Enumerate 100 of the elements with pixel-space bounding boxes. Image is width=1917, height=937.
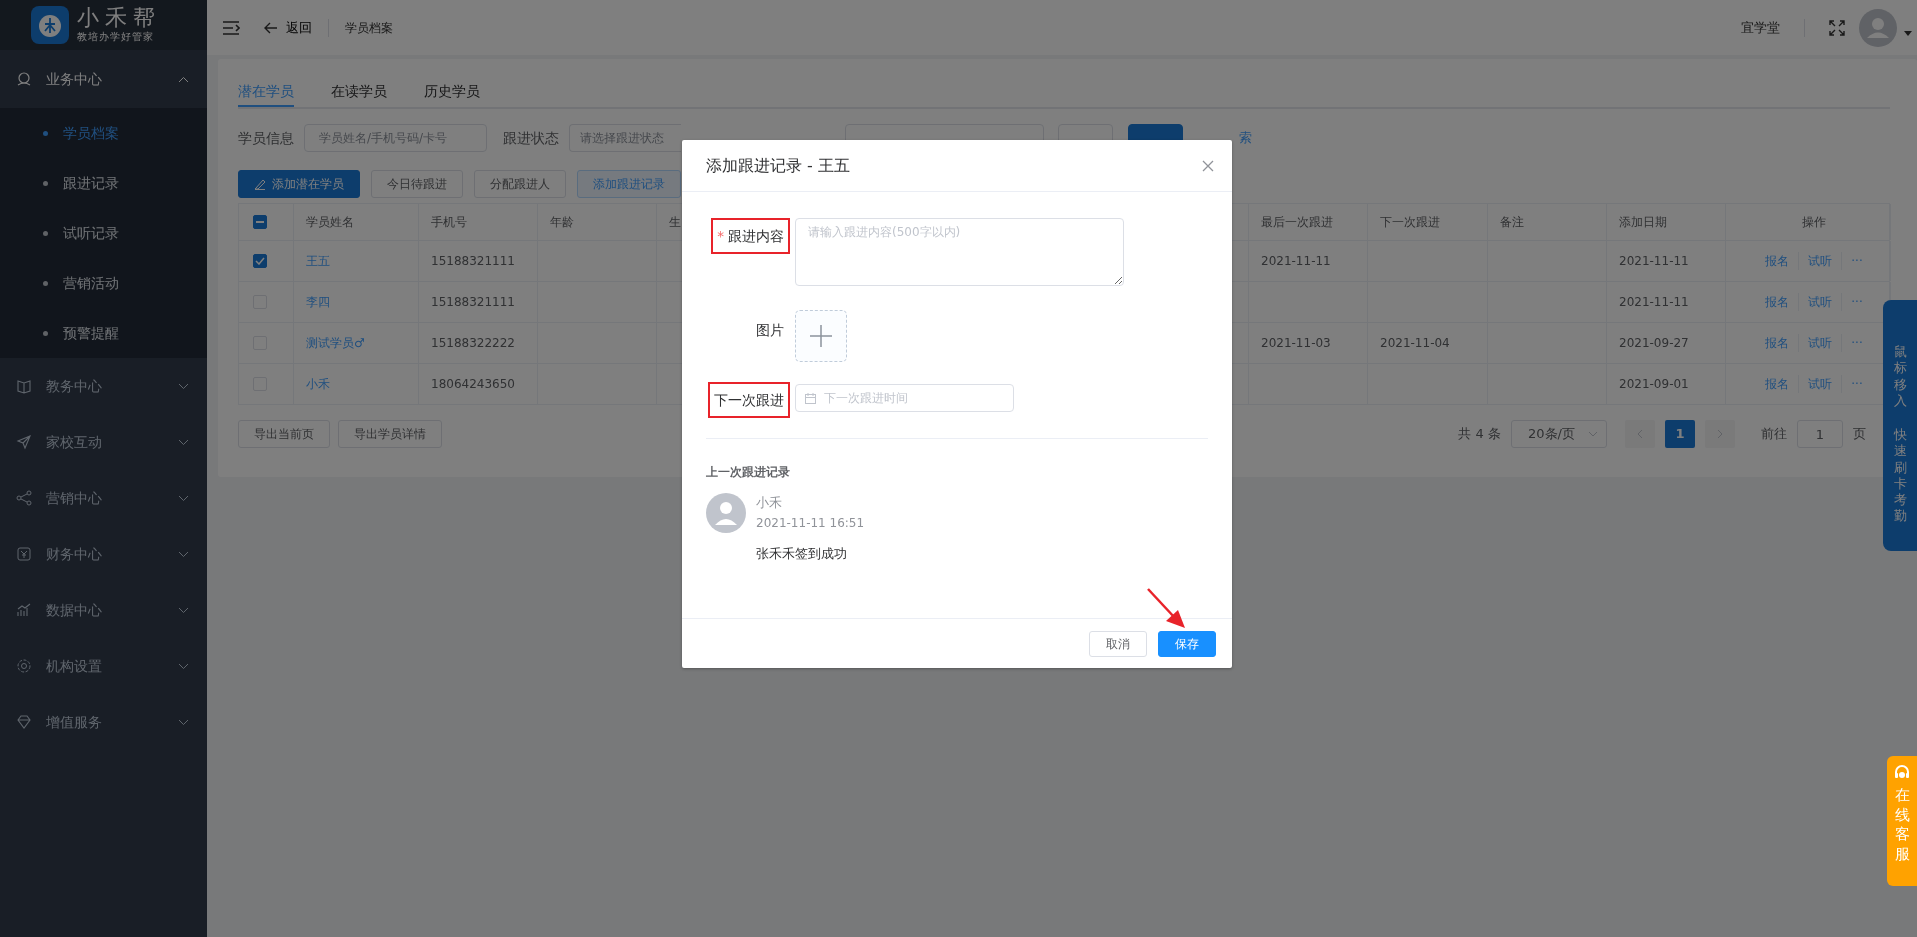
dialog-button[interactable]: 保存 — [1158, 630, 1216, 657]
page-size-select[interactable]: 20条/页 — [1511, 420, 1607, 448]
action-link[interactable]: 报名 — [1756, 375, 1800, 393]
chevron-down-icon — [178, 718, 189, 726]
sidebar-item[interactable]: 家校互动 — [0, 414, 207, 470]
export-button[interactable]: 导出当前页 — [238, 420, 330, 448]
drop-icon — [37, 12, 63, 38]
search-link[interactable]: 索 — [1239, 128, 1252, 148]
image-upload[interactable] — [795, 309, 847, 362]
org-name: 宜学堂 — [1741, 18, 1780, 37]
select-all-checkbox[interactable] — [253, 215, 267, 229]
back-link[interactable]: 返回 — [264, 17, 312, 38]
chevron-down-icon — [178, 662, 189, 670]
sidebar-item[interactable]: 营销中心 — [0, 470, 207, 526]
field-label: 跟进内容 — [728, 228, 784, 244]
sidebar-item[interactable]: 机构设置 — [0, 638, 207, 694]
column-header: 学员姓名 — [306, 214, 354, 231]
column-header: 最后一次跟进 — [1261, 214, 1333, 231]
action-link[interactable]: 试听 — [1799, 252, 1843, 270]
tab[interactable]: 在读学员 — [331, 75, 387, 107]
table-cell-text: 2021-09-27 — [1619, 335, 1689, 352]
edit-icon — [254, 178, 266, 190]
submenu-item[interactable]: 营销活动 — [0, 258, 207, 308]
submenu-item[interactable]: 学员档案 — [0, 108, 207, 158]
student-link[interactable]: 测试学员♂ — [306, 334, 365, 352]
goto-suffix: 页 — [1853, 425, 1866, 444]
chart-icon — [16, 602, 32, 618]
section-title: 上一次跟进记录 — [706, 463, 791, 481]
chevron-down-icon — [178, 494, 189, 502]
action-link[interactable]: ··· — [1842, 334, 1872, 352]
calendar-icon — [805, 392, 816, 404]
goto-label: 前往 — [1761, 425, 1787, 444]
diamond-icon — [16, 714, 32, 730]
tab[interactable]: 历史学员 — [424, 75, 480, 107]
student-link[interactable]: 王五 — [306, 252, 330, 270]
submenu-item[interactable]: 预警提醒 — [0, 308, 207, 358]
goto-page-field[interactable]: 1 — [1797, 420, 1843, 448]
submenu-item[interactable]: 试听记录 — [0, 208, 207, 258]
avatar-icon — [1859, 8, 1897, 47]
table-cell-text: 15188322222 — [431, 335, 515, 352]
toolbar-button[interactable]: 分配跟进人 — [474, 170, 566, 198]
column-header: 手机号 — [431, 214, 467, 231]
table-cell-text: 15188321111 — [431, 253, 515, 270]
chevron-down-icon — [178, 550, 189, 558]
menu-icon — [222, 20, 240, 35]
sidebar-item[interactable]: 教务中心 — [0, 358, 207, 414]
table-cell-text: 15188321111 — [431, 294, 515, 311]
filter-label: 跟进状态 — [503, 128, 559, 148]
column-header: 添加日期 — [1619, 214, 1667, 231]
submenu-item[interactable]: 跟进记录 — [0, 158, 207, 208]
action-link[interactable]: ··· — [1842, 375, 1872, 393]
close-button[interactable] — [1202, 159, 1214, 172]
column-header: 生 — [669, 214, 681, 231]
chevron-down-icon — [1588, 431, 1598, 437]
toolbar-button[interactable]: 今日待跟进 — [371, 170, 463, 198]
sidebar-item[interactable]: 业务中心 — [0, 50, 207, 108]
sidebar-item[interactable]: 财务中心 — [0, 526, 207, 582]
page-button[interactable]: 1 — [1665, 420, 1695, 448]
caret-icon — [1904, 31, 1912, 36]
chevron-down-icon — [178, 382, 189, 390]
dialog-button[interactable]: 取消 — [1089, 630, 1147, 657]
action-link[interactable]: ··· — [1842, 293, 1872, 311]
content-field[interactable]: 请输入跟进内容(500字以内) — [795, 218, 1124, 286]
student-link[interactable]: 李四 — [306, 293, 330, 311]
toolbar-button[interactable]: 添加潜在学员 — [238, 170, 360, 198]
record-time: 2021-11-11 16:51 — [756, 515, 865, 533]
action-link[interactable]: 试听 — [1799, 293, 1843, 311]
student-link[interactable]: 小禾 — [306, 375, 330, 393]
dialog-title: 添加跟进记录 - 王五 — [706, 154, 850, 177]
action-link[interactable]: 报名 — [1756, 293, 1800, 311]
table-cell-text: 18064243650 — [431, 376, 515, 393]
check-icon — [255, 257, 265, 265]
chevron-down-icon — [178, 606, 189, 614]
attendance-tab[interactable]: 鼠标移入 快速刷卡考勤 — [1883, 300, 1917, 551]
column-header: 年龄 — [550, 214, 574, 231]
fullscreen-icon — [1829, 19, 1845, 36]
action-link[interactable]: ··· — [1842, 252, 1872, 270]
export-button[interactable]: 导出学员详情 — [338, 420, 442, 448]
table-cell-text: 2021-11-11 — [1619, 294, 1689, 311]
row-checkbox[interactable] — [253, 254, 267, 268]
sidebar-item[interactable]: 增值服务 — [0, 694, 207, 750]
chevron-right-icon — [1717, 429, 1723, 439]
action-link[interactable]: 试听 — [1799, 375, 1843, 393]
avatar-icon — [706, 492, 746, 533]
online-service-tab[interactable]: 在线客服 — [1887, 756, 1917, 886]
action-link[interactable]: 报名 — [1756, 334, 1800, 352]
column-header: 备注 — [1500, 214, 1524, 231]
close-icon — [1202, 159, 1214, 172]
action-link[interactable]: 报名 — [1756, 252, 1800, 270]
record-content: 张禾禾签到成功 — [756, 545, 848, 564]
sidebar-item[interactable]: 数据中心 — [0, 582, 207, 638]
toolbar-button[interactable]: 添加跟进记录 — [577, 170, 681, 198]
author-name: 小禾 — [756, 493, 783, 512]
chevron-left-icon — [1637, 429, 1643, 439]
table-cell-text: 2021-11-11 — [1261, 253, 1331, 270]
filter-label: 学员信息 — [238, 128, 294, 148]
action-link[interactable]: 试听 — [1799, 334, 1843, 352]
arrow-left-icon — [264, 21, 278, 34]
column-header: 操作 — [1802, 214, 1826, 231]
tab[interactable]: 潜在学员 — [238, 75, 294, 107]
